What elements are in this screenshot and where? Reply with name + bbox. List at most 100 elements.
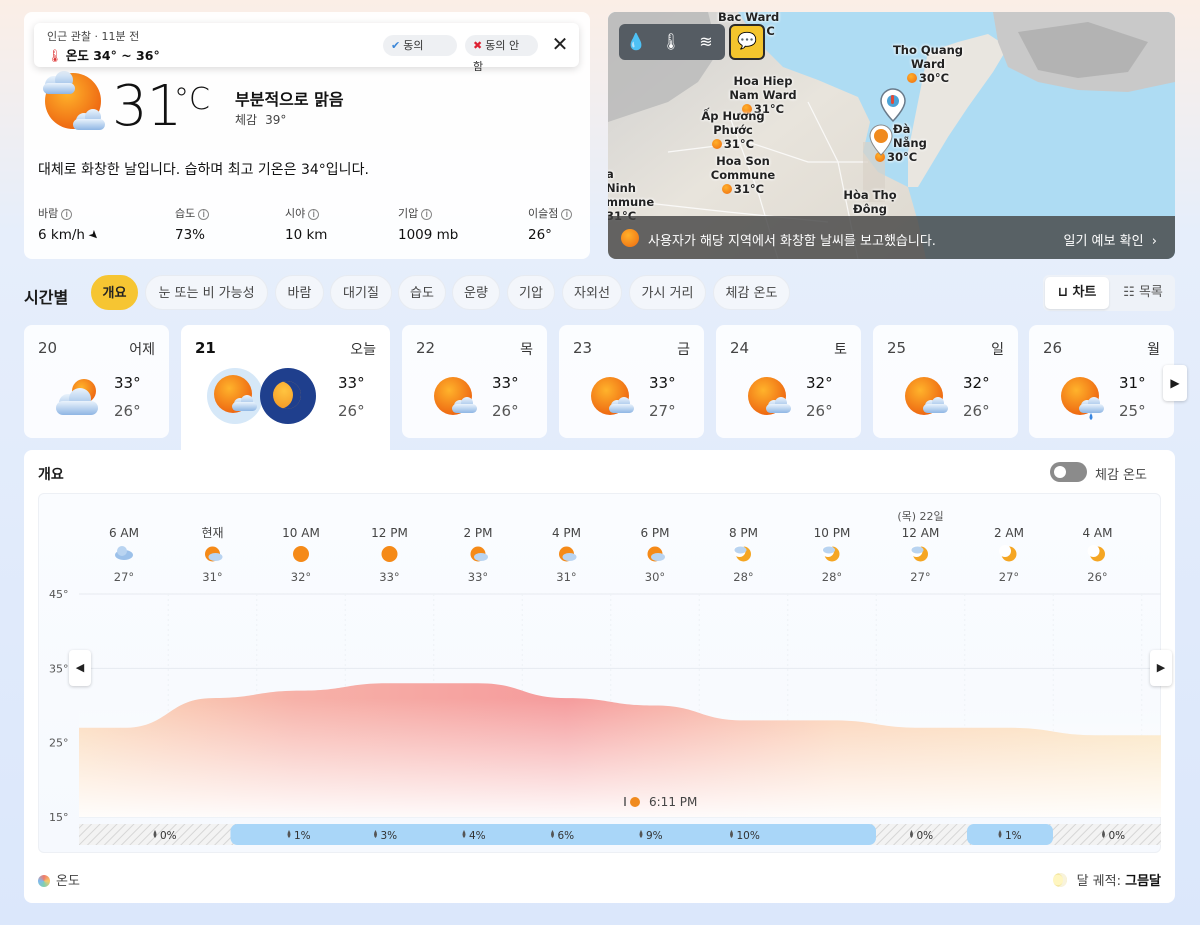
view-list-button[interactable]: ☷ 목록 [1113,277,1173,309]
map-location[interactable]: Ấp Hương Phước 31°C [700,109,766,151]
agree-button[interactable]: ✔ 동의 [383,35,457,56]
map-location-name: Hòa Thọ Đông [843,188,897,216]
precip-label: 0% [917,830,934,842]
stat-label: 기압 [398,207,419,220]
feels-like-toggle[interactable] [1050,462,1087,482]
moon-phase-icon [1052,873,1067,887]
partly-sunny-icon [746,375,792,421]
precip-label: 1% [294,830,311,842]
hour-temp: 27° [114,570,134,584]
info-icon: i [561,209,573,220]
stat-value: 73% [175,227,206,243]
day-number: 25 [887,339,907,357]
condition-text: 부분적으로 맑음 [235,90,344,109]
map-location-name: Tho Quang Ward [892,43,964,71]
stat-wind[interactable]: 바람 i 6 km/h ➤ [38,205,103,244]
precipitation-icon[interactable]: 💧 [624,30,648,54]
weather-map[interactable]: Bac Ward C Tho Quang Ward 30°C Hoa Hiep Na… [608,12,1175,259]
tab-cloud-cover[interactable]: 운량 [452,275,500,310]
tab-wind[interactable]: 바람 [275,275,324,310]
partly-moon-icon [822,545,840,562]
view-chart-button[interactable]: ⊔ 차트 [1045,277,1109,309]
hour-temp: 31° [202,570,222,584]
tab-overview[interactable]: 개요 [91,275,138,310]
view-chart-label: 차트 [1072,285,1097,300]
day-number: 24 [730,339,750,357]
day-card[interactable]: 22 목 33° 26° [402,325,547,438]
tab-air-quality[interactable]: 대기질 [330,275,392,310]
map-layer-toolbar: 💧 🌡 ≋ [619,24,725,60]
rain-sun-icon [1059,375,1105,421]
day-card[interactable]: 20 어제 33° 26° [24,325,169,438]
toast-text: 🌡 온도 34° ~ 36° [47,45,160,64]
feels-like-toggle-label: 체감 온도 [1095,468,1147,483]
chart-prev-icon[interactable]: ◀ [69,650,91,686]
chart-icon: ⊔ [1057,285,1073,300]
hour-label: 10 AM [282,526,320,540]
map-location[interactable]: a Ninh mmune31°C [608,167,654,223]
stat-value: 10 km [285,227,328,243]
map-location-name: Hoa Hiep Nam Ward [729,74,797,102]
sun-icon [711,139,722,149]
tab-visibility[interactable]: 가시 거리 [629,275,706,310]
wind-direction-icon: ➤ [85,226,103,244]
forecast-link-label: 일기 예보 확인 [1063,234,1144,249]
tab-feels-like[interactable]: 체감 온도 [713,275,790,310]
day-number: 22 [416,339,436,357]
disagree-button[interactable]: ✖ 동의 안 함 [465,35,538,73]
chart-next-icon[interactable]: ▶ [1150,650,1172,686]
current-temperature: 31 [112,74,182,139]
chevron-right-icon: › [1151,234,1157,249]
day-card[interactable]: 26 월 31° 25° [1029,325,1174,438]
stat-visibility[interactable]: 시야 i 10 km [285,205,327,243]
toast-subtitle: 인근 관찰 · 11분 전 [47,30,140,43]
sunset-marker: 6:11 PM [624,795,697,809]
day-card[interactable]: 24 토 32° 26° [716,325,861,438]
tab-uv[interactable]: 자외선 [562,275,622,310]
stat-value: 1009 mb [398,227,459,243]
day-low: 26° [492,402,519,420]
moon-value: 그믐달 [1125,874,1161,889]
tab-pressure[interactable]: 기압 [507,275,555,310]
temperature-unit: °C [174,82,210,117]
sun-icon [293,546,309,562]
day-card[interactable]: 23 금 33° 27° [559,325,704,438]
sun-icon [621,229,639,247]
map-location-temp: 30°C [918,71,950,85]
day-high: 33° [649,374,676,392]
stat-pressure[interactable]: 기압 i 1009 mb [398,205,458,243]
view-toggle: ⊔ 차트 ☷ 목록 [1043,275,1175,311]
hour-temp: 33° [468,570,488,584]
stat-humidity[interactable]: 습도 i 73% [175,205,210,243]
hour-label: 현재 [201,526,223,540]
precip-label: 0% [1109,830,1126,842]
stat-value: 6 km/h [38,227,85,243]
chart-title: 개요 [38,467,64,483]
report-chat-icon[interactable]: 💬 [729,24,765,60]
chevron-right-icon[interactable]: ▶ [1163,365,1187,401]
stat-dew-point[interactable]: 이슬점 i 26° [528,205,573,243]
partly-sunny-icon [207,368,263,424]
wind-icon[interactable]: ≋ [694,30,718,54]
hour-label: 12 PM [371,526,408,540]
day-card[interactable]: 25 일 32° 26° [873,325,1018,438]
moon-icon [999,545,1017,562]
map-location-temp: 31°C [733,182,765,196]
map-report-pin-icon[interactable] [868,124,894,156]
tab-precipitation[interactable]: 눈 또는 비 가능성 [145,275,268,310]
forecast-link[interactable]: 일기 예보 확인 › [1064,230,1158,249]
hourly-chart-svg: 45° 35° 25° 15° 6:11 PM 6 AM 27° 현재 31° 10 AM 32° 1… [49,509,1161,845]
sun-icon [906,73,917,83]
precip-label: 3% [381,830,398,842]
map-location-name: Hoa Son Commune [710,154,776,182]
day-card[interactable]: 21 오늘 33° 26° [181,325,390,465]
tab-humidity[interactable]: 습도 [398,275,446,310]
cross-icon: ✖ [473,39,483,52]
temperature-icon[interactable]: 🌡 [659,30,683,54]
map-pin-icon[interactable] [878,87,908,123]
map-location[interactable]: Hoa Son Commune 31°C [708,154,778,196]
map-report-banner[interactable]: 사용자가 해당 지역에서 화창함 날씨를 보고했습니다. 일기 예보 확인 › [608,216,1175,259]
info-icon: i [421,209,433,220]
close-icon[interactable]: ✕ [548,31,572,57]
map-location[interactable]: Tho Quang Ward 30°C [888,43,968,85]
